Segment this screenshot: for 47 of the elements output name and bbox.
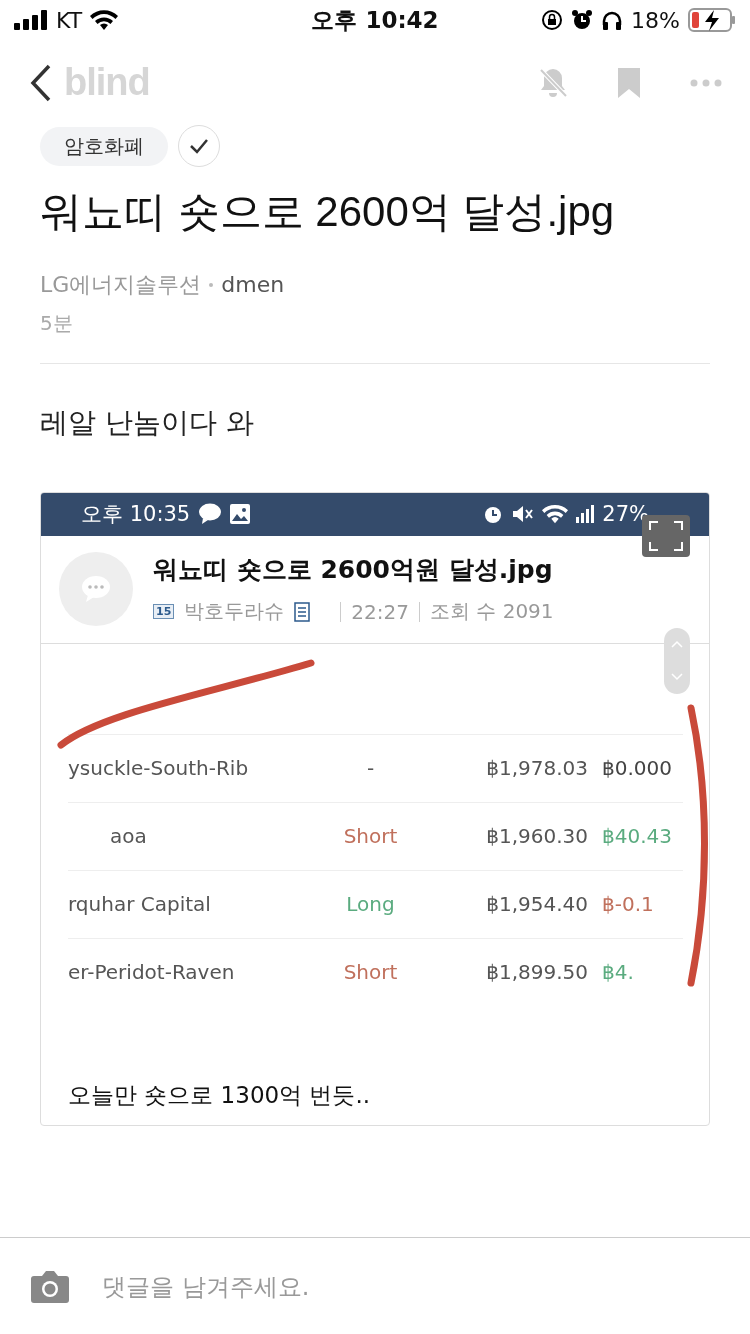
caption-text: 오늘만 숏으로 1300억 번듯.. xyxy=(68,1080,371,1110)
pnl-value: ฿40.43 xyxy=(601,824,673,849)
battery-percent: 18% xyxy=(631,7,680,33)
comment-field[interactable]: 댓글을 남겨주세요. xyxy=(100,1271,720,1302)
pnl-value: ฿-0.1 xyxy=(601,892,655,917)
level-badge: 15 xyxy=(153,604,175,620)
wifi-icon xyxy=(542,504,569,525)
alarm-icon xyxy=(571,9,594,31)
post-time: 5분 xyxy=(40,309,74,337)
wifi-icon xyxy=(90,10,119,30)
signal-icon xyxy=(14,10,48,30)
view-count: 조회 수 2091 xyxy=(429,598,554,626)
mute-icon xyxy=(512,504,535,525)
trader-name: aoa xyxy=(109,824,148,849)
post-body: 레알 난놈이다 와 xyxy=(40,404,255,441)
carrier-name: KT xyxy=(56,7,83,33)
image-icon xyxy=(230,504,251,525)
separator-dot-icon xyxy=(209,282,214,287)
pnl-value: ฿0.000 xyxy=(601,756,673,781)
document-icon xyxy=(294,601,311,622)
position-side: Long xyxy=(345,892,396,917)
position-side: - xyxy=(365,756,376,781)
check-icon xyxy=(189,138,209,154)
trader-name: rquhar Capital xyxy=(68,892,212,917)
position-side: Short xyxy=(342,960,399,985)
price-value: ฿1,960.30 xyxy=(485,824,588,849)
pnl-value: ฿4. xyxy=(601,960,635,985)
clock-time: 오후 10:35 xyxy=(81,501,191,529)
battery-charging-icon xyxy=(688,8,736,32)
post-title: 워뇨띠 숏으로 2600억 달성.jpg xyxy=(40,187,616,237)
headphones-icon xyxy=(601,9,624,31)
trader-name: er-Peridot-Raven xyxy=(68,960,236,985)
back-icon[interactable] xyxy=(30,63,52,102)
trader-name: ysuckle-South-Rib xyxy=(68,756,250,781)
post-time: 22:27 xyxy=(351,599,409,624)
post-title: 워뇨띠 숏으로 2600억원 달성.jpg xyxy=(153,554,554,587)
position-side: Short xyxy=(342,824,399,849)
category-tag[interactable]: 암호화폐 xyxy=(40,126,168,166)
price-value: ฿1,954.40 xyxy=(485,892,588,917)
chat-bubble-icon xyxy=(198,503,223,526)
camera-icon[interactable] xyxy=(30,1269,70,1304)
author-name[interactable]: dmen xyxy=(221,272,285,298)
price-value: ฿1,978.03 xyxy=(485,756,588,781)
clock-time: 오후 10:42 xyxy=(311,5,439,35)
price-value: ฿1,899.50 xyxy=(485,960,588,985)
signal-icon xyxy=(576,505,595,524)
rotation-lock-icon xyxy=(541,9,564,31)
